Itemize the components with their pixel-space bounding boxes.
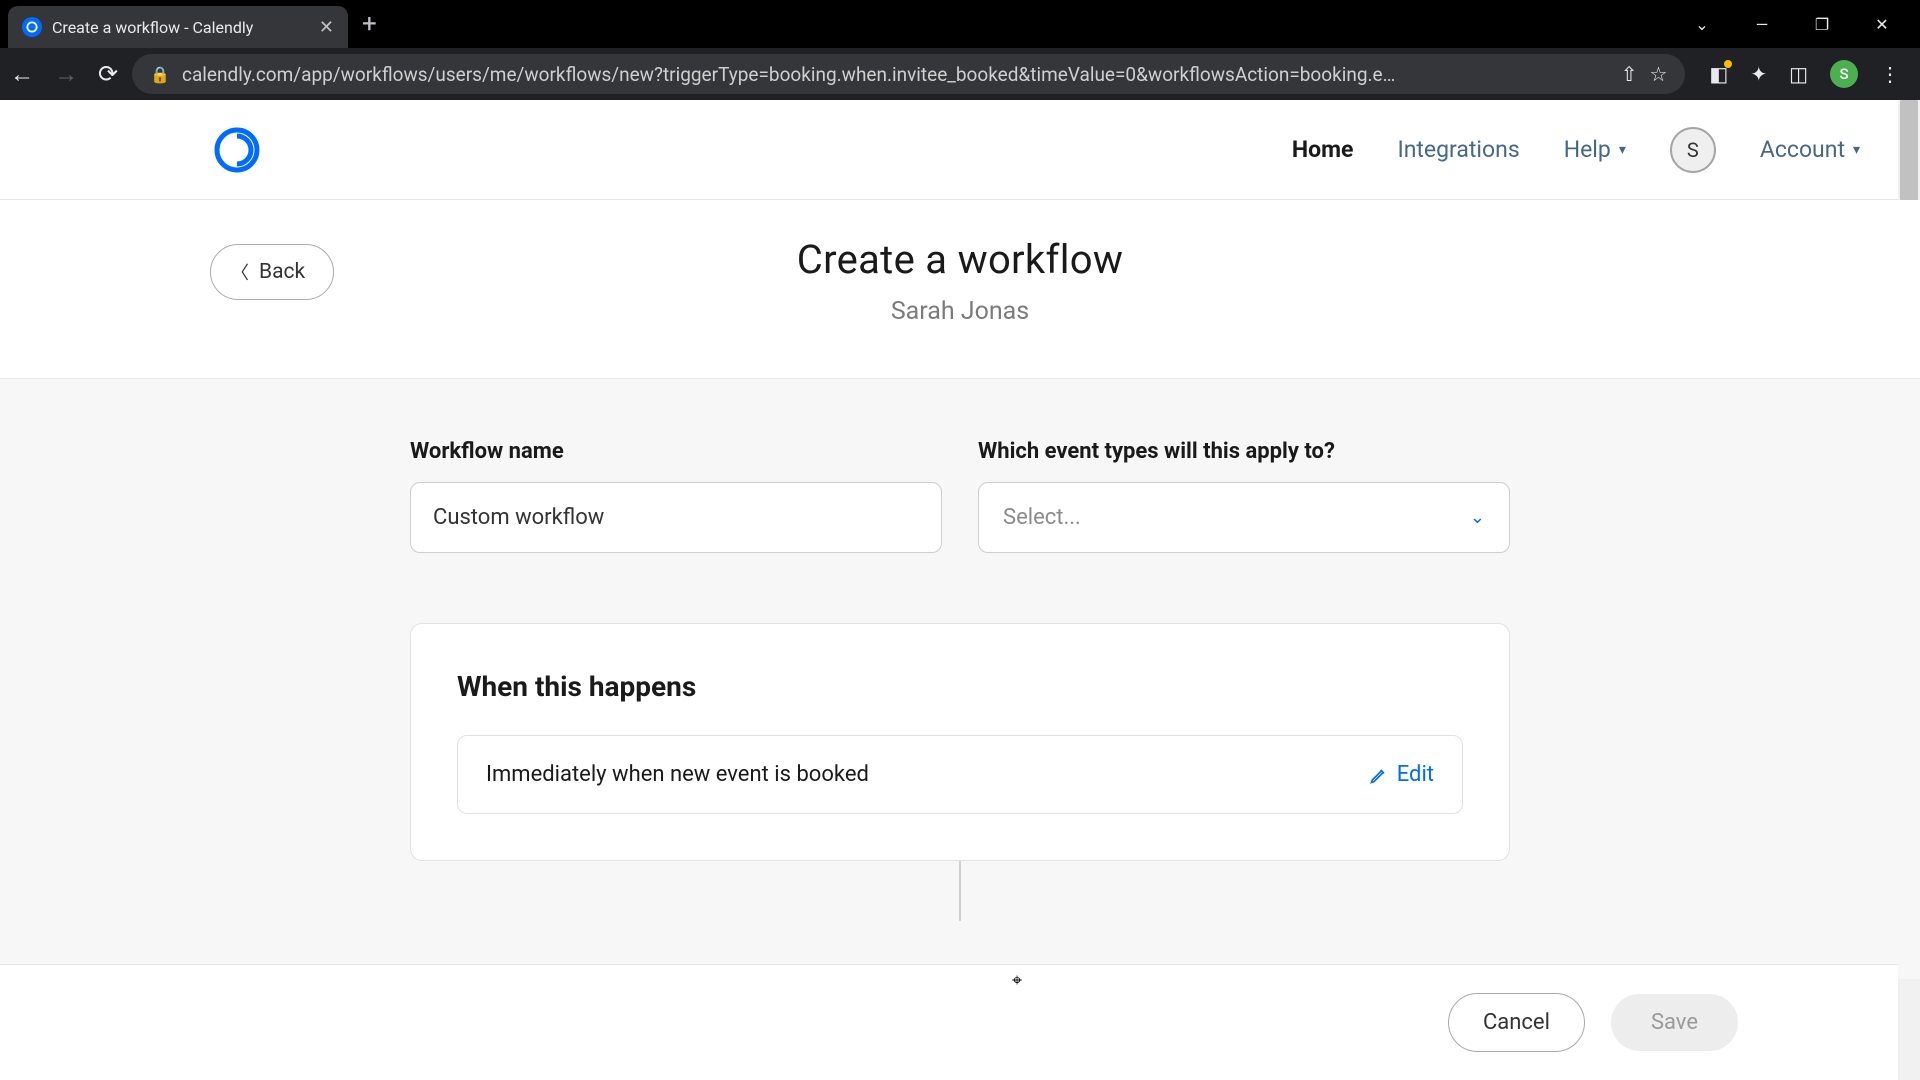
- kebab-menu-icon[interactable]: ⋮: [1880, 62, 1900, 86]
- app-viewport: Home Integrations Help ▾ S Account ▾ 〈 Bac…: [0, 100, 1920, 1080]
- workflow-name-input[interactable]: [410, 482, 942, 553]
- event-types-field: Which event types will this apply to? Se…: [978, 439, 1510, 553]
- maximize-icon[interactable]: ❐: [1810, 12, 1834, 36]
- nav-help[interactable]: Help ▾: [1564, 136, 1626, 163]
- back-label: Back: [259, 260, 305, 284]
- new-tab-button[interactable]: +: [362, 9, 377, 39]
- nav-integrations-label: Integrations: [1397, 136, 1519, 163]
- tab-strip: Create a workflow - Calendly ✕ + ⌄ — ❐ ✕: [0, 0, 1920, 48]
- workflow-name-label: Workflow name: [410, 439, 942, 464]
- event-types-placeholder: Select...: [1003, 505, 1081, 530]
- footer-bar: Cancel Save: [0, 964, 1898, 1080]
- extensions-icon[interactable]: ✦: [1750, 62, 1767, 86]
- share-icon[interactable]: ⇧: [1621, 62, 1638, 86]
- trigger-heading: When this happens: [457, 670, 1463, 703]
- pencil-icon: [1369, 765, 1389, 785]
- workflow-name-field: Workflow name: [410, 439, 942, 553]
- nav-account[interactable]: Account ▾: [1760, 136, 1860, 163]
- workflow-connector: [959, 861, 961, 921]
- app-header: Home Integrations Help ▾ S Account ▾: [0, 100, 1920, 200]
- chevron-down-icon: ⌄: [1470, 507, 1485, 528]
- page-header: 〈 Back Create a workflow Sarah Jonas: [0, 200, 1920, 379]
- forward-icon: →: [54, 60, 78, 89]
- calendly-logo[interactable]: [210, 123, 264, 177]
- minimize-icon[interactable]: —: [1750, 12, 1774, 36]
- nav-help-label: Help: [1564, 136, 1611, 163]
- url-field[interactable]: 🔒 calendly.com/app/workflows/users/me/wo…: [132, 54, 1685, 94]
- tab-search-icon[interactable]: ⌄: [1690, 12, 1714, 36]
- nav-home[interactable]: Home: [1292, 136, 1354, 163]
- browser-profile-avatar[interactable]: S: [1830, 60, 1858, 88]
- trigger-card: When this happens Immediately when new e…: [410, 623, 1510, 861]
- user-avatar[interactable]: S: [1670, 127, 1716, 173]
- lock-icon: 🔒: [150, 65, 170, 84]
- cancel-button[interactable]: Cancel: [1448, 993, 1585, 1052]
- side-panel-icon[interactable]: ◫: [1789, 62, 1808, 86]
- window-controls: ⌄ — ❐ ✕: [1690, 12, 1912, 36]
- event-types-select[interactable]: Select... ⌄: [978, 482, 1510, 553]
- nav-home-label: Home: [1292, 136, 1354, 163]
- chevron-down-icon: ▾: [1619, 142, 1626, 158]
- back-icon[interactable]: ←: [10, 60, 34, 89]
- back-button[interactable]: 〈 Back: [210, 244, 334, 300]
- chevron-left-icon: 〈: [231, 259, 249, 285]
- reload-icon[interactable]: ⟳: [98, 60, 118, 88]
- close-tab-icon[interactable]: ✕: [319, 17, 334, 38]
- trigger-row: Immediately when new event is booked Edi…: [457, 735, 1463, 814]
- form-area: Workflow name Which event types will thi…: [0, 379, 1920, 979]
- save-button[interactable]: Save: [1611, 994, 1738, 1051]
- edit-label: Edit: [1397, 762, 1434, 787]
- main-nav: Home Integrations Help ▾ S Account ▾: [1292, 127, 1860, 173]
- browser-tab[interactable]: Create a workflow - Calendly ✕: [8, 6, 348, 48]
- tab-title: Create a workflow - Calendly: [52, 18, 309, 37]
- address-bar: ← → ⟳ 🔒 calendly.com/app/workflows/users…: [0, 48, 1920, 100]
- page-subtitle: Sarah Jonas: [0, 297, 1920, 326]
- nav-integrations[interactable]: Integrations: [1397, 136, 1519, 163]
- bookmark-star-icon[interactable]: ☆: [1649, 62, 1667, 86]
- extension-badge-icon[interactable]: ◧: [1709, 62, 1728, 86]
- url-text: calendly.com/app/workflows/users/me/work…: [182, 63, 1609, 86]
- nav-account-label: Account: [1760, 136, 1845, 163]
- toolbar-right: ◧ ✦ ◫ S ⋮: [1699, 60, 1910, 88]
- trigger-text: Immediately when new event is booked: [486, 762, 869, 787]
- edit-trigger-button[interactable]: Edit: [1369, 762, 1434, 787]
- nav-icons: ← → ⟳: [10, 60, 118, 89]
- event-types-label: Which event types will this apply to?: [978, 439, 1510, 464]
- calendly-favicon: [22, 17, 42, 37]
- chevron-down-icon: ▾: [1853, 142, 1860, 158]
- browser-chrome: Create a workflow - Calendly ✕ + ⌄ — ❐ ✕…: [0, 0, 1920, 100]
- close-window-icon[interactable]: ✕: [1870, 12, 1894, 36]
